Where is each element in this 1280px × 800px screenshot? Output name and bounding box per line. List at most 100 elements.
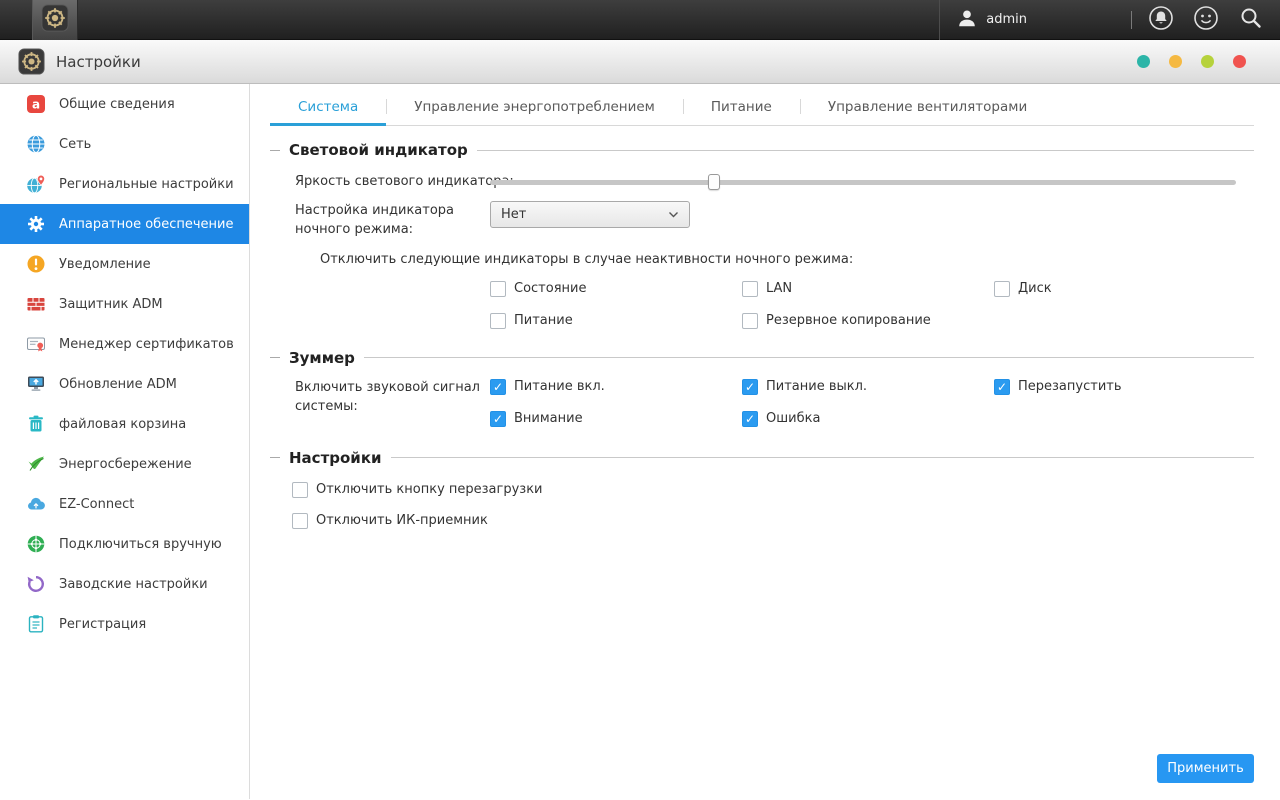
sidebar-item-network[interactable]: Сеть (0, 124, 249, 164)
checkbox-box[interactable] (490, 378, 506, 395)
checkbox-box[interactable] (994, 378, 1010, 395)
settings-app-tile[interactable] (32, 0, 78, 40)
checkbox-label: Состояние (514, 281, 587, 296)
section-buzzer: Зуммер Включить звуковой сигнал системы:… (270, 348, 1254, 428)
sidebar-item-recycle-bin[interactable]: файловая корзина (0, 404, 249, 444)
undo-arrow-icon (26, 574, 46, 594)
section-dash (270, 149, 280, 151)
tab-system[interactable]: Система (270, 88, 387, 126)
firewall-icon (26, 294, 46, 314)
trash-bin-icon (26, 414, 46, 434)
topbar-separator (1131, 10, 1132, 29)
checkbox-backup[interactable]: Резервное копирование (742, 312, 994, 330)
leaf-icon (26, 454, 46, 474)
checkbox-box[interactable] (742, 410, 758, 427)
user-menu[interactable]: admin (956, 7, 1027, 33)
globe-pin-icon (26, 174, 46, 194)
tab-power-management[interactable]: Управление энергопотреблением (386, 88, 683, 125)
sidebar-item-energy-saving[interactable]: Энергосбережение (0, 444, 249, 484)
checkbox-disable-reset-button[interactable]: Отключить кнопку перезагрузки (292, 481, 1254, 499)
checkbox-power-off[interactable]: Питание выкл. (742, 378, 994, 396)
notifications-button[interactable] (1148, 5, 1174, 35)
tab-bar: Система Управление энергопотреблением Пи… (270, 84, 1254, 126)
brightness-slider-track[interactable] (490, 179, 1236, 185)
sidebar-item-label: Энергосбережение (59, 456, 192, 472)
certificate-icon (26, 334, 46, 354)
section-header: Настройки (270, 448, 1254, 468)
checkbox-box[interactable] (490, 312, 506, 329)
window-title: Настройки (56, 52, 141, 71)
checkbox-lan[interactable]: LAN (742, 280, 994, 298)
topbar-divider (939, 0, 941, 40)
checkbox-restart[interactable]: Перезапустить (994, 378, 1246, 396)
sidebar-item-manual-connect[interactable]: Подключиться вручную (0, 524, 249, 564)
overview-icon: a (26, 94, 46, 114)
bell-icon (1148, 5, 1174, 35)
sidebar-item-hardware[interactable]: Аппаратное обеспечение (0, 204, 249, 244)
night-mode-row: Настройка индикатора ночного режима: Нет (270, 200, 1254, 240)
sidebar-item-registration[interactable]: Регистрация (0, 604, 249, 644)
section-led-indicator: Световой индикатор Яркость светового инд… (270, 140, 1254, 330)
tab-fan-control[interactable]: Управление вентиляторами (799, 88, 1055, 125)
night-mode-label: Настройка индикатора ночного режима: (295, 202, 455, 238)
user-icon (956, 7, 978, 33)
checkbox-label: Ошибка (766, 411, 821, 426)
sidebar-item-label: Уведомление (59, 256, 151, 272)
sidebar-item-cert-manager[interactable]: Менеджер сертификатов (0, 324, 249, 364)
checkbox-box[interactable] (994, 280, 1010, 297)
checkbox-label: Питание вкл. (514, 379, 605, 394)
tab-label: Управление вентиляторами (827, 98, 1028, 115)
checkbox-box[interactable] (490, 410, 506, 427)
checkbox-label: Резервное копирование (766, 313, 931, 328)
checkbox-label: Питание (514, 313, 573, 328)
window-dot[interactable] (1233, 55, 1246, 68)
topbar-right: admin (939, 0, 1280, 40)
window-dot[interactable] (1201, 55, 1214, 68)
sidebar-item-ez-connect[interactable]: EZ-Connect (0, 484, 249, 524)
section-line (476, 149, 1254, 151)
window-body: a Общие сведения Сеть Региональные настр… (0, 84, 1280, 799)
window-dot[interactable] (1137, 55, 1150, 68)
apply-button[interactable]: Применить (1157, 754, 1254, 783)
sidebar-item-label: Региональные настройки (59, 176, 234, 192)
checkbox-box[interactable] (742, 280, 758, 297)
sidebar-item-adm-defender[interactable]: Защитник ADM (0, 284, 249, 324)
checkbox-disk[interactable]: Диск (994, 280, 1246, 298)
sidebar-item-label: Сеть (59, 136, 92, 152)
sidebar-item-overview[interactable]: a Общие сведения (0, 84, 249, 124)
checkbox-attention[interactable]: Внимание (490, 410, 742, 428)
online-service-button[interactable] (1193, 5, 1219, 35)
checkbox-label: Внимание (514, 411, 583, 426)
night-mode-value: Нет (501, 206, 527, 222)
checkbox-power-led[interactable]: Питание (490, 312, 742, 330)
sidebar: a Общие сведения Сеть Региональные настр… (0, 84, 250, 799)
tab-label: Питание (710, 98, 772, 115)
os-topbar: admin (0, 0, 1280, 40)
checkbox-box[interactable] (742, 312, 758, 329)
checkbox-power-on[interactable]: Питание вкл. (490, 378, 742, 396)
night-mode-select[interactable]: Нет (490, 200, 690, 228)
sidebar-item-label: Обновление ADM (59, 376, 177, 392)
brightness-slider[interactable] (490, 173, 1236, 191)
checkbox-disable-ir-receiver[interactable]: Отключить ИК-приемник (292, 512, 1254, 530)
sidebar-item-notification[interactable]: Уведомление (0, 244, 249, 284)
checkbox-box[interactable] (292, 512, 308, 529)
search-button[interactable] (1238, 5, 1264, 35)
chevron-down-icon (668, 207, 679, 222)
section-title: Световой индикатор (289, 141, 468, 159)
checkbox-box[interactable] (742, 378, 758, 395)
checkbox-status[interactable]: Состояние (490, 280, 742, 298)
sidebar-item-label: файловая корзина (59, 416, 187, 432)
sidebar-item-label: Подключиться вручную (59, 536, 222, 552)
sidebar-item-factory-default[interactable]: Заводские настройки (0, 564, 249, 604)
checkbox-box[interactable] (490, 280, 506, 297)
sidebar-item-regional[interactable]: Региональные настройки (0, 164, 249, 204)
sidebar-item-label: Общие сведения (59, 96, 175, 112)
checkbox-box[interactable] (292, 481, 308, 498)
tab-power[interactable]: Питание (682, 88, 800, 125)
checkbox-error[interactable]: Ошибка (742, 410, 994, 428)
network-nodes-icon (26, 534, 46, 554)
sidebar-item-adm-update[interactable]: Обновление ADM (0, 364, 249, 404)
brightness-slider-handle[interactable] (707, 173, 720, 190)
window-dot[interactable] (1169, 55, 1182, 68)
